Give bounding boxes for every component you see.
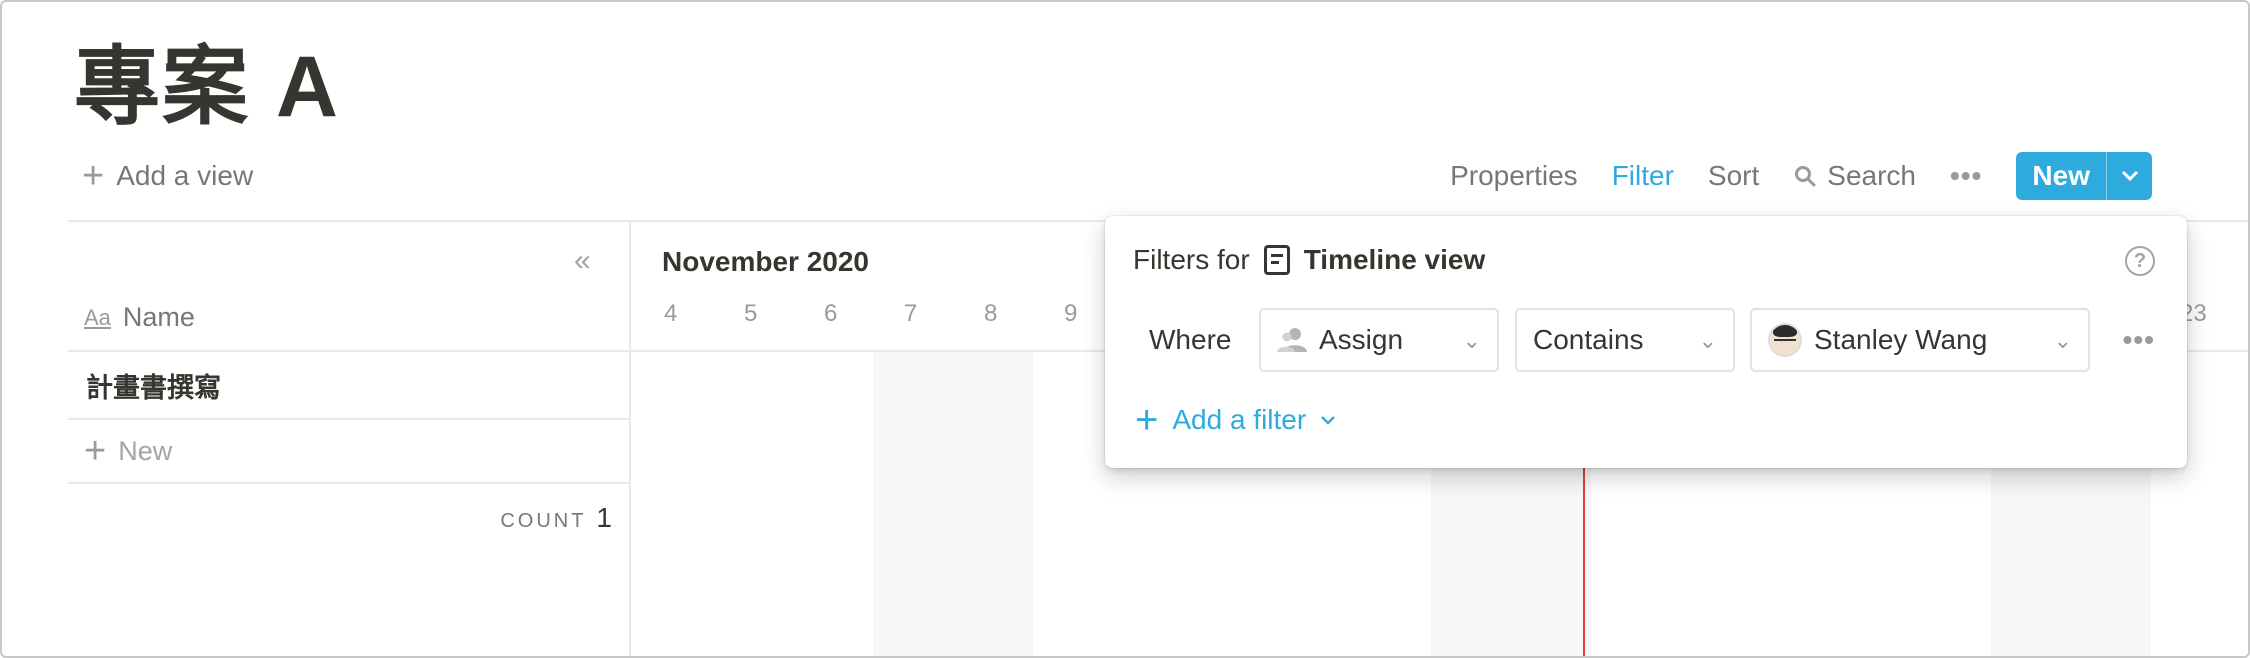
row-divider xyxy=(68,418,630,420)
table-divider xyxy=(629,220,631,656)
filter-popup: Filters for Timeline view ? Where Assign… xyxy=(1105,216,2187,468)
timeline-day: 8 xyxy=(984,300,998,327)
chevron-down-icon: ⌄ xyxy=(1698,328,1717,353)
search-button[interactable]: Search xyxy=(1793,160,1916,192)
name-header-label: Name xyxy=(122,302,195,332)
collapse-table-icon[interactable]: « xyxy=(574,244,591,278)
chevron-down-icon xyxy=(2121,170,2138,182)
timeline-day: 6 xyxy=(824,300,838,327)
timeline-month: November 2020 xyxy=(662,246,870,277)
chevron-down-icon: ⌄ xyxy=(1462,328,1481,353)
text-property-icon: Aa xyxy=(84,304,111,330)
timeline-day: 7 xyxy=(904,300,918,327)
chevron-down-icon: ⌄ xyxy=(2053,328,2072,353)
add-filter-button[interactable]: + Add a filter xyxy=(1135,400,1336,440)
table-row[interactable]: 計畫書撰寫 xyxy=(86,366,221,405)
where-label: Where xyxy=(1149,324,1232,355)
new-button-group: New xyxy=(2016,152,2152,200)
name-column-header[interactable]: Aa Name xyxy=(84,302,195,333)
help-icon[interactable]: ? xyxy=(2125,246,2155,276)
search-icon xyxy=(1795,166,1816,187)
count-value: 1 xyxy=(596,502,612,533)
app-window: 專案 A + Add a view Properties Filter Sort… xyxy=(0,0,2250,658)
timeline-day: 9 xyxy=(1064,300,1078,327)
add-row-button[interactable]: + New xyxy=(84,432,172,470)
new-dropdown-button[interactable] xyxy=(2106,152,2152,200)
filter-value: Stanley Wang xyxy=(1814,324,1988,355)
avatar xyxy=(1768,323,1802,357)
more-options-icon[interactable]: ••• xyxy=(1950,160,1982,192)
chevron-down-icon xyxy=(1321,416,1336,425)
filter-row-more-icon[interactable]: ••• xyxy=(2123,324,2155,356)
page-title: 專案 A xyxy=(74,39,340,135)
count-label: COUNT xyxy=(500,510,587,532)
weekend-column xyxy=(873,352,1033,656)
popup-title-prefix: Filters for xyxy=(1133,244,1250,275)
add-view-label: Add a view xyxy=(116,160,254,191)
operator-value: Contains xyxy=(1533,324,1644,355)
document-icon xyxy=(1263,245,1290,275)
plus-icon: + xyxy=(82,155,105,197)
operator-select[interactable]: Contains ⌄ xyxy=(1515,308,1735,372)
plus-icon: + xyxy=(1135,398,1159,442)
person-icon xyxy=(1277,328,1307,352)
add-view-button[interactable]: + Add a view xyxy=(82,156,253,196)
count-summary[interactable]: COUNT 1 xyxy=(500,502,612,534)
view-toolbar: Properties Filter Sort Search ••• New xyxy=(1450,152,2152,200)
popup-header: Filters for Timeline view xyxy=(1133,240,1485,280)
filter-button[interactable]: Filter xyxy=(1612,160,1674,192)
timeline-day: 5 xyxy=(744,300,758,327)
row-divider xyxy=(68,482,630,484)
new-row-label: New xyxy=(118,435,173,466)
new-button[interactable]: New xyxy=(2016,152,2106,200)
properties-button[interactable]: Properties xyxy=(1450,160,1578,192)
popup-view-name: Timeline view xyxy=(1303,244,1486,275)
search-label: Search xyxy=(1827,160,1916,191)
value-select[interactable]: Stanley Wang ⌄ xyxy=(1750,308,2090,372)
property-select[interactable]: Assign ⌄ xyxy=(1259,308,1499,372)
property-value: Assign xyxy=(1319,324,1404,355)
timeline-day: 4 xyxy=(664,300,678,327)
plus-icon: + xyxy=(84,430,107,472)
add-filter-label: Add a filter xyxy=(1172,404,1307,435)
sort-button[interactable]: Sort xyxy=(1708,160,1759,192)
